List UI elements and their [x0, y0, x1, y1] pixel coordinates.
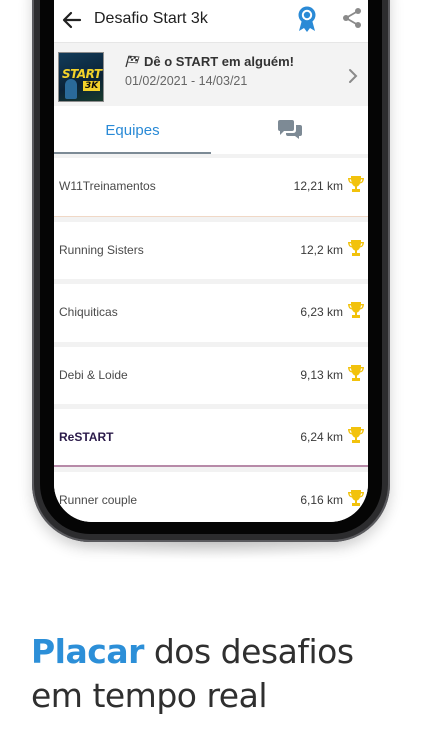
share-icon[interactable] [341, 7, 363, 29]
caption-line-1: Placar dos desafios [31, 630, 411, 674]
runner-figure [65, 79, 77, 99]
page-title: Desafio Start 3k [94, 10, 208, 27]
trophy-icon [348, 427, 364, 444]
team-name: Chiquiticas [59, 305, 118, 320]
chat-bubbles-icon [277, 120, 302, 139]
tab-bar: Equipes [54, 106, 368, 154]
thumbnail-logo-3k: 3K [83, 81, 101, 91]
trophy-icon [348, 489, 364, 506]
trophy-icon [348, 176, 364, 192]
team-name: ReSTART [59, 430, 114, 445]
list-item[interactable]: Running Sisters 12,2 km [54, 216, 368, 280]
team-distance: 12,2 km [300, 242, 343, 257]
app-bar: Desafio Start 3k [54, 0, 368, 42]
teams-list: W11Treinamentos 12,21 km Running Sisters… [54, 154, 368, 522]
caption-line-2: em tempo real [31, 676, 268, 715]
team-name: W11Treinamentos [59, 179, 156, 193]
challenge-dates: 01/02/2021 - 14/03/21 [125, 74, 248, 88]
team-distance: 6,23 km [300, 305, 343, 320]
list-item[interactable]: Runner couple 6,16 km [54, 466, 368, 522]
arrow-left-icon[interactable] [60, 8, 84, 32]
team-distance: 6,24 km [300, 430, 343, 445]
thumbnail-logo-start: START [62, 67, 102, 81]
trophy-icon [348, 302, 364, 319]
tab-chat[interactable] [211, 106, 368, 154]
list-item[interactable]: Chiquiticas 6,23 km [54, 279, 368, 342]
team-name: Running Sisters [59, 242, 144, 257]
challenge-thumbnail: START 3K [58, 52, 104, 102]
challenge-header[interactable]: START 3K Dê o START em alguém! 01/02/202… [54, 42, 368, 106]
tab-equipes[interactable]: Equipes [54, 106, 211, 154]
chevron-right-icon[interactable] [347, 67, 359, 85]
team-distance: 12,21 km [293, 179, 343, 193]
caption-rest: dos desafios [143, 632, 354, 671]
checkered-flag-icon [125, 55, 140, 68]
team-name: Debi & Loide [59, 367, 128, 382]
team-distance: 6,16 km [300, 492, 343, 507]
medal-icon[interactable] [295, 5, 319, 33]
list-item[interactable]: W11Treinamentos 12,21 km [54, 154, 368, 217]
phone-screen: Desafio Start 3k START 3K Dê o START em … [54, 0, 368, 522]
marketing-caption: Placar dos desafios em tempo real [31, 630, 411, 718]
list-item[interactable]: Debi & Loide 9,13 km [54, 341, 368, 405]
trophy-icon [348, 364, 364, 381]
team-name: Runner couple [59, 492, 138, 507]
challenge-name: Dê o START em alguém! [144, 54, 295, 69]
caption-highlight: Placar [31, 632, 144, 671]
trophy-icon [348, 239, 364, 256]
list-item-highlighted[interactable]: ReSTART 6,24 km [54, 404, 368, 467]
team-distance: 9,13 km [300, 367, 343, 382]
